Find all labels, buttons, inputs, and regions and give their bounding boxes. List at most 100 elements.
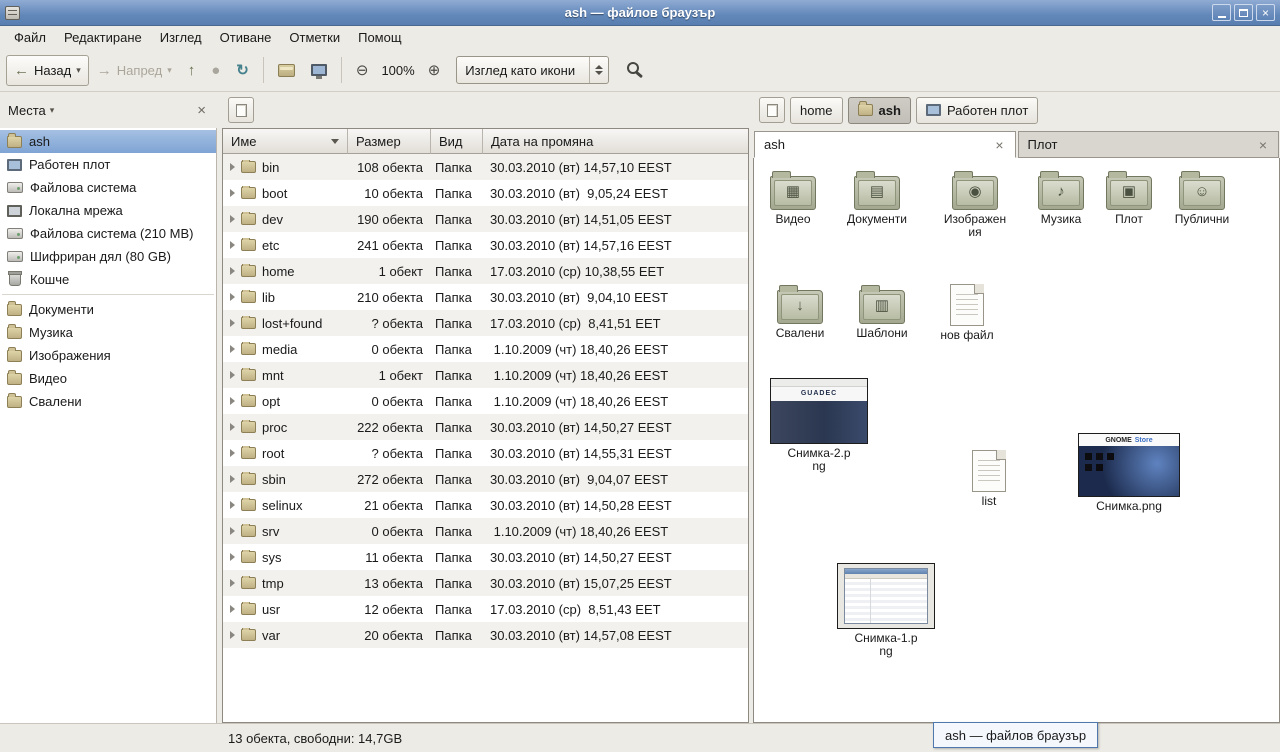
expander-icon[interactable] — [230, 579, 235, 587]
expander-icon[interactable] — [230, 241, 235, 249]
close-button[interactable]: × — [1256, 4, 1275, 21]
search-button[interactable] — [609, 55, 653, 86]
back-button[interactable]: ← Назад ▾ — [6, 55, 89, 86]
expander-icon[interactable] — [230, 501, 235, 509]
menu-view[interactable]: Изглед — [151, 27, 211, 48]
expander-icon[interactable] — [230, 631, 235, 639]
table-row[interactable]: media 0 обекта Папка 1.10.2009 (чт) 18,4… — [223, 336, 748, 362]
sidebar-item[interactable]: Кошче — [0, 268, 216, 291]
table-row[interactable]: mnt 1 обект Папка 1.10.2009 (чт) 18,40,2… — [223, 362, 748, 388]
pane-location-button[interactable] — [759, 97, 785, 123]
menu-help[interactable]: Помощ — [349, 27, 410, 48]
sidebar-item[interactable]: Изображения — [0, 344, 216, 367]
stop-button[interactable]: ● — [203, 55, 228, 86]
table-row[interactable]: selinux 21 обекта Папка 30.03.2010 (вт) … — [223, 492, 748, 518]
icon-item-downloads-folder[interactable]: ↓ Свалени — [768, 282, 832, 340]
column-header-size[interactable]: Размер — [348, 129, 431, 154]
expander-icon[interactable] — [230, 215, 235, 223]
expander-icon[interactable] — [230, 423, 235, 431]
expander-icon[interactable] — [230, 527, 235, 535]
pathbar-button-ash[interactable]: ash — [848, 97, 911, 124]
forward-button[interactable]: → Напред ▾ — [89, 55, 180, 86]
menu-edit[interactable]: Редактиране — [55, 27, 151, 48]
table-row[interactable]: proc 222 обекта Папка 30.03.2010 (вт) 14… — [223, 414, 748, 440]
table-row[interactable]: etc 241 обекта Папка 30.03.2010 (вт) 14,… — [223, 232, 748, 258]
table-row[interactable]: opt 0 обекта Папка 1.10.2009 (чт) 18,40,… — [223, 388, 748, 414]
minimize-button[interactable] — [1212, 4, 1231, 21]
sidebar-item[interactable]: Видео — [0, 367, 216, 390]
pathbar-button-home[interactable]: home — [790, 97, 843, 124]
sidebar-item[interactable]: Локална мрежа — [0, 199, 216, 222]
icon-item-snimka-1-png[interactable]: Снимка-1.png — [836, 563, 936, 658]
table-row[interactable]: bin 108 обекта Папка 30.03.2010 (вт) 14,… — [223, 154, 748, 180]
column-header-date[interactable]: Дата на промяна — [483, 129, 748, 154]
icon-view[interactable]: ▦ Видео ▤ Документи ◉ Изображения ♪ Музи… — [753, 158, 1280, 723]
expander-icon[interactable] — [230, 397, 235, 405]
tab-ash[interactable]: ash × — [754, 131, 1016, 158]
table-row[interactable]: dev 190 обекта Папка 30.03.2010 (вт) 14,… — [223, 206, 748, 232]
table-row[interactable]: lib 210 обекта Папка 30.03.2010 (вт) 9,0… — [223, 284, 748, 310]
icon-item-new-file[interactable]: нов файл — [935, 280, 999, 342]
column-header-name[interactable]: Име — [223, 129, 348, 154]
sidebar-item[interactable]: Файлова система — [0, 176, 216, 199]
expander-icon[interactable] — [230, 319, 235, 327]
view-mode-spin-icons[interactable] — [589, 57, 608, 83]
table-row[interactable]: sbin 272 обекта Папка 30.03.2010 (вт) 9,… — [223, 466, 748, 492]
tab-plot[interactable]: Плот × — [1018, 131, 1280, 158]
column-header-type[interactable]: Вид — [431, 129, 483, 154]
table-row[interactable]: root ? обекта Папка 30.03.2010 (вт) 14,5… — [223, 440, 748, 466]
maximize-button[interactable] — [1234, 4, 1253, 21]
icon-item-music-folder[interactable]: ♪ Музика — [1029, 168, 1093, 226]
tab-close-icon[interactable]: × — [993, 138, 1005, 152]
zoom-in-button[interactable]: ⊕ — [420, 55, 449, 86]
expander-icon[interactable] — [230, 475, 235, 483]
titlebar[interactable]: ash — файлов браузър × — [0, 0, 1280, 26]
icon-item-pictures-folder[interactable]: ◉ Изображения — [938, 168, 1012, 239]
computer-button[interactable] — [303, 55, 335, 86]
table-row[interactable]: var 20 обекта Папка 30.03.2010 (вт) 14,5… — [223, 622, 748, 648]
table-row[interactable]: usr 12 обекта Папка 17.03.2010 (ср) 8,51… — [223, 596, 748, 622]
expander-icon[interactable] — [230, 345, 235, 353]
expander-icon[interactable] — [230, 371, 235, 379]
up-button[interactable]: ↑ — [180, 55, 204, 86]
table-row[interactable]: boot 10 обекта Папка 30.03.2010 (вт) 9,0… — [223, 180, 748, 206]
pathbar-button-desktop[interactable]: Работен плот — [916, 97, 1038, 124]
zoom-out-button[interactable]: ⊖ — [348, 55, 377, 86]
icon-item-list-file[interactable]: list — [957, 446, 1021, 508]
expander-icon[interactable] — [230, 189, 235, 197]
sidebar-item[interactable]: Работен плот — [0, 153, 216, 176]
sidebar-item[interactable]: Шифриран дял (80 GB) — [0, 245, 216, 268]
table-row[interactable]: srv 0 обекта Папка 1.10.2009 (чт) 18,40,… — [223, 518, 748, 544]
table-row[interactable]: home 1 обект Папка 17.03.2010 (ср) 10,38… — [223, 258, 748, 284]
home-button[interactable] — [270, 55, 303, 86]
expander-icon[interactable] — [230, 293, 235, 301]
expander-icon[interactable] — [230, 163, 235, 171]
icon-item-templates-folder[interactable]: ▥ Шаблони — [850, 282, 914, 340]
pane-location-button[interactable] — [228, 97, 254, 123]
expander-icon[interactable] — [230, 605, 235, 613]
expander-icon[interactable] — [230, 449, 235, 457]
icon-item-documents-folder[interactable]: ▤ Документи — [839, 168, 915, 226]
icon-item-snimka-2-png[interactable]: GUADEC Снимка-2.png — [769, 378, 869, 473]
sidebar-close-button[interactable]: × — [194, 102, 209, 119]
expander-icon[interactable] — [230, 553, 235, 561]
sidebar-item[interactable]: Файлова система (210 MB) — [0, 222, 216, 245]
sidebar-item[interactable]: Музика — [0, 321, 216, 344]
expander-icon[interactable] — [230, 267, 235, 275]
back-history-caret-icon[interactable]: ▾ — [76, 65, 81, 76]
sidebar-item[interactable]: Документи — [0, 298, 216, 321]
menu-file[interactable]: Файл — [5, 27, 55, 48]
reload-button[interactable]: ↻ — [228, 55, 257, 86]
table-row[interactable]: tmp 13 обекта Папка 30.03.2010 (вт) 15,0… — [223, 570, 748, 596]
sidebar-title[interactable]: Места — [8, 103, 46, 118]
table-row[interactable]: lost+found ? обекта Папка 17.03.2010 (ср… — [223, 310, 748, 336]
menu-bookmarks[interactable]: Отметки — [280, 27, 349, 48]
tab-close-icon[interactable]: × — [1257, 138, 1269, 152]
icon-item-videos-folder[interactable]: ▦ Видео — [761, 168, 825, 226]
sidebar-item[interactable]: Свалени — [0, 390, 216, 413]
icon-item-snimka-png[interactable]: GNOME Store Снимка.png — [1077, 433, 1181, 513]
sidebar-mode-caret-icon[interactable]: ▾ — [50, 105, 55, 116]
icon-item-desktop-folder[interactable]: ▣ Плот — [1101, 168, 1157, 226]
table-row[interactable]: sys 11 обекта Папка 30.03.2010 (вт) 14,5… — [223, 544, 748, 570]
view-mode-select[interactable]: Изглед като икони — [456, 56, 609, 84]
